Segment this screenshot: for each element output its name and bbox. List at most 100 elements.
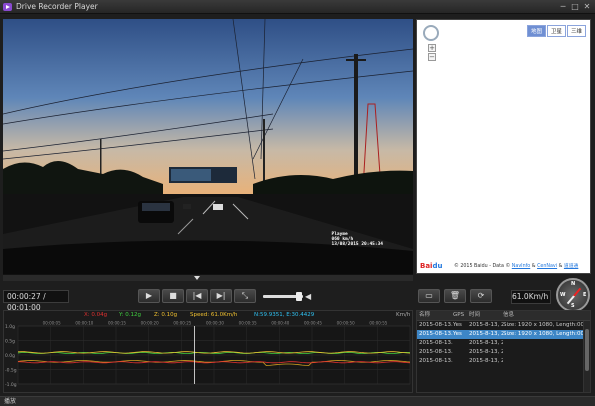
navinfo-link[interactable]: NavInfo [512,264,530,269]
map-type-map[interactable]: 地图 [526,25,546,37]
file-name: 2015-08-13... [419,331,453,337]
cennavi-link[interactable]: CenNavi [537,264,557,269]
title-bar: Drive Recorder Player ─ □ ✕ [0,0,595,14]
y-tick-label: -1.0g [5,382,17,388]
file-list-row[interactable]: 2015-08-13...Yes 2015-8-13, 20:47Size: 19… [417,330,590,339]
scrollbar-thumb[interactable] [585,329,589,371]
file-list-row[interactable]: 2015-08-13...Yes 2015-8-13, 20:45Size: 19… [417,321,590,330]
y-tick-label: 0.0g [5,353,15,359]
x-tick-label: 00:00:10 [75,321,93,326]
file-list-rows: 2015-08-13...Yes2015-8-13, 20:45Size: 19… [417,321,590,366]
app-icon [3,3,12,11]
file-name: 2015-08-13... [419,322,453,328]
compass: N E S W [556,278,590,312]
zoom-out-button[interactable]: − [428,53,436,61]
file-list-row[interactable]: 2015-08-13... 2015-8-13, 20:56 [417,348,590,357]
file-list: 名称 GPS 时间 信息 2015-08-13... Yes 2015-8-13, … [416,310,591,393]
legend-x: X: 0.04g [84,312,108,318]
osd-datetime: 13/08/2015 20:45:34 [331,242,383,247]
legend-z: Z: 0.10g [154,312,178,318]
delete-button[interactable]: 🗑 [444,289,466,303]
minimize-button[interactable]: ─ [558,2,568,11]
time-display: 00:00:27 / 00:01:00 [3,290,69,312]
y-tick-label: -0.5g [5,368,17,374]
y-tick-label: 0.5g [5,339,15,345]
video-osd: Playme 060 km/h 13/08/2015 20:45:34 [332,232,383,247]
file-time: 2015-8-13, 20:48 [469,340,503,346]
x-tick-label: 00:00:35 [239,321,257,326]
window-title: Drive Recorder Player [16,2,98,11]
maximize-button[interactable]: □ [570,2,580,11]
compass-needle-icon [566,287,582,305]
compass-north: N [571,281,576,287]
x-tick-label: 00:00:05 [43,321,61,326]
x-tick-label: 00:00:45 [304,321,322,326]
map-panel[interactable]: + − 地图 卫星 三维 Baidu © 2015 Baidu - Data ©… [416,19,591,274]
x-tick-label: 00:00:25 [173,321,191,326]
file-name: 2015-08-13... [419,349,453,355]
collapse-arrow-icon[interactable] [194,276,200,280]
map-copyright: © 2015 Baidu - Data © NavInfo & CenNavi … [454,264,579,269]
zoom-in-button[interactable]: + [428,44,436,52]
legend-gps: N:59.9351, E:30.4429 [254,312,315,318]
header-name[interactable]: 名称 [419,311,453,320]
x-tick-label: 00:00:50 [337,321,355,326]
stop-button[interactable]: ■ [162,289,184,303]
header-time[interactable]: 时间 [469,311,503,320]
speaker-icon[interactable]: ◀ [305,292,313,301]
close-button[interactable]: ✕ [582,2,592,11]
compass-south: S [571,303,575,309]
speed-display: 61.0Km/h [511,290,551,304]
graph-legend: X: 0.04g Y: 0.12g Z: 0.10g Speed: 61.0Km… [4,311,412,320]
video-player[interactable]: Playme 060 km/h 13/08/2015 20:45:34 [3,19,413,274]
file-info: Size: 1920 x 1080, Length:00:... [503,322,583,328]
gsensor-graph-panel: X: 0.04g Y: 0.12g Z: 0.10g Speed: 61.0Km… [3,310,413,393]
x-tick-label: 00:00:15 [108,321,126,326]
file-time: 2015-8-13, 20:47 [469,331,503,337]
stop-icon: ■ [169,291,177,300]
file-time: 2015-8-13, 20:56 [469,349,503,355]
map-navigation-icon[interactable] [423,25,439,41]
volume-handle[interactable] [296,292,302,301]
y-tick-label: 1.0g [5,324,15,330]
file-info: Size: 1920 x 1080, Length:00:... [503,331,583,337]
file-name: 2015-08-13... [419,358,453,364]
playback-controls: 00:00:27 / 00:01:00 ▶ ■ |◀ ▶| ⤡ ◀ ▭ 🗑 ⟳ … [0,283,595,312]
next-button[interactable]: ▶| [210,289,232,303]
skip-back-icon: |◀ [192,291,202,300]
previous-button[interactable]: |◀ [186,289,208,303]
fullscreen-button[interactable]: ⤡ [234,289,256,303]
compass-west: W [560,292,566,298]
compass-east: E [583,292,587,298]
trash-icon: 🗑 [449,291,461,300]
play-button[interactable]: ▶ [138,289,160,303]
refresh-button[interactable]: ⟳ [470,289,492,303]
baidu-logo: Baidu [420,262,443,270]
gsensor-graph[interactable]: 1.0g 0.5g 0.0g -0.5g -1.0g 00:00:05 00:00:10 00… [4,320,412,392]
refresh-icon: ⟳ [477,291,485,300]
file-gps: Yes [453,322,462,328]
file-list-scrollbar[interactable] [583,321,590,392]
x-tick-label: 00:00:40 [271,321,289,326]
map-type-3d[interactable]: 三维 [566,25,586,37]
header-info[interactable]: 信息 [503,311,583,320]
legend-speed: Speed: 61.0Km/h [190,312,238,318]
folder-icon: ▭ [425,291,433,300]
daodaotong-link[interactable]: 道道通 [564,264,578,269]
map-type-satellite[interactable]: 卫星 [546,25,566,37]
snapshot-button[interactable]: ▭ [418,289,440,303]
x-tick-label: 00:00:30 [206,321,224,326]
map-type-switch: 地图 卫星 三维 [526,25,586,37]
legend-unit: Km/h [396,312,411,318]
file-list-header: 名称 GPS 时间 信息 [417,311,590,321]
x-tick-label: 00:00:55 [369,321,387,326]
file-time: 2015-8-13, 21:9 [469,358,503,364]
fullscreen-icon: ⤡ [241,291,249,300]
file-list-row[interactable]: 2015-08-13... 2015-8-13, 20:48 [417,339,590,348]
file-list-row[interactable]: 2015-08-13... 2015-8-13, 21:9 [417,357,590,366]
file-name: 2015-08-13... [419,340,453,346]
header-gps[interactable]: GPS [453,311,468,320]
x-tick-label: 00:00:20 [141,321,159,326]
status-bar: 播放 [0,396,595,406]
video-collapse-bar[interactable] [3,274,413,281]
